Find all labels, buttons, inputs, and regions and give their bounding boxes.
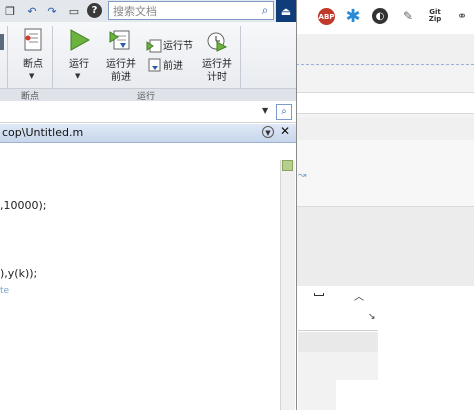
switch-window-icon[interactable]: ▭ (66, 3, 82, 19)
group-label-breakpoints: 断点 (21, 92, 40, 102)
search-input[interactable]: 搜索文档 (109, 3, 257, 19)
swirl-extension-icon[interactable]: ◐ (372, 8, 388, 24)
undo-icon[interactable]: ↶ (24, 3, 40, 19)
editor-file-title: cop\Untitled.m (2, 126, 84, 139)
wave-icon: ↝ (298, 170, 307, 181)
run-and-time-button-label[interactable]: 运行并 计时 (199, 58, 235, 84)
advance-button-label[interactable]: 前进 (163, 60, 183, 73)
browser-bookmark-bar (296, 34, 474, 67)
help-icon[interactable]: ? (87, 3, 102, 18)
partial-toolbar-icon (0, 34, 4, 50)
folder-dropdown-icon[interactable]: ▼ (262, 106, 268, 115)
background-content (296, 140, 474, 206)
background-row (296, 92, 474, 114)
people-extension-icon[interactable]: ⚭ (454, 8, 470, 24)
background-cell (378, 310, 474, 410)
breakpoints-dropdown-icon[interactable]: ▼ (29, 72, 34, 80)
run-and-advance-icon[interactable] (108, 28, 132, 52)
current-folder-bar[interactable] (0, 102, 296, 123)
vertical-scrollbar[interactable] (280, 160, 295, 410)
code-line[interactable]: ,10000); (0, 199, 47, 212)
advance-icon[interactable] (146, 58, 162, 72)
run-and-time-icon[interactable] (204, 28, 228, 52)
git-zip-extension-icon[interactable]: Git Zip (424, 8, 446, 24)
collapse-toolstrip-button[interactable]: ⏏ (276, 0, 296, 22)
run-button-label[interactable]: 运行 (66, 58, 92, 71)
asterisk-extension-icon[interactable]: ✱ (345, 6, 361, 27)
background-row (296, 118, 474, 141)
redo-icon[interactable]: ↷ (44, 3, 60, 19)
collapse-caret-icon[interactable]: ︿ (354, 288, 364, 303)
run-dropdown-icon[interactable]: ▼ (75, 72, 80, 80)
run-section-icon[interactable] (146, 39, 162, 53)
code-editor[interactable] (0, 144, 280, 410)
run-section-button-label[interactable]: 运行节 (163, 40, 193, 53)
background-cell (298, 380, 336, 410)
background-cell (298, 332, 378, 352)
copy-icon[interactable]: ❐ (2, 3, 18, 19)
folder-search-icon[interactable]: ⌕ (276, 104, 292, 120)
run-icon[interactable] (67, 28, 91, 52)
background-cell (298, 352, 378, 380)
documentation-search[interactable]: 搜索文档 ⌕ (108, 1, 274, 20)
group-label-run: 运行 (137, 92, 156, 102)
editor-actions-icon[interactable]: ▼ (262, 126, 274, 138)
code-line[interactable]: ),y(k)); (0, 267, 37, 280)
run-and-advance-button-label[interactable]: 运行并 前进 (103, 58, 139, 84)
background-cell (298, 312, 378, 331)
close-icon[interactable]: ✕ (280, 124, 290, 138)
code-analyzer-indicator-icon[interactable] (282, 160, 293, 171)
breakpoints-button-label[interactable]: 断点 (20, 58, 46, 71)
background-strip (296, 206, 474, 287)
wrench-extension-icon[interactable]: ✎ (400, 8, 416, 24)
resize-arrow-icon[interactable]: ↘ (368, 312, 376, 322)
minimize-panel-icon[interactable] (314, 293, 324, 296)
breakpoints-icon[interactable] (22, 28, 44, 52)
adblock-plus-icon[interactable]: ABP (318, 8, 335, 25)
search-icon[interactable]: ⌕ (257, 3, 273, 18)
code-line[interactable]: te (0, 286, 9, 296)
